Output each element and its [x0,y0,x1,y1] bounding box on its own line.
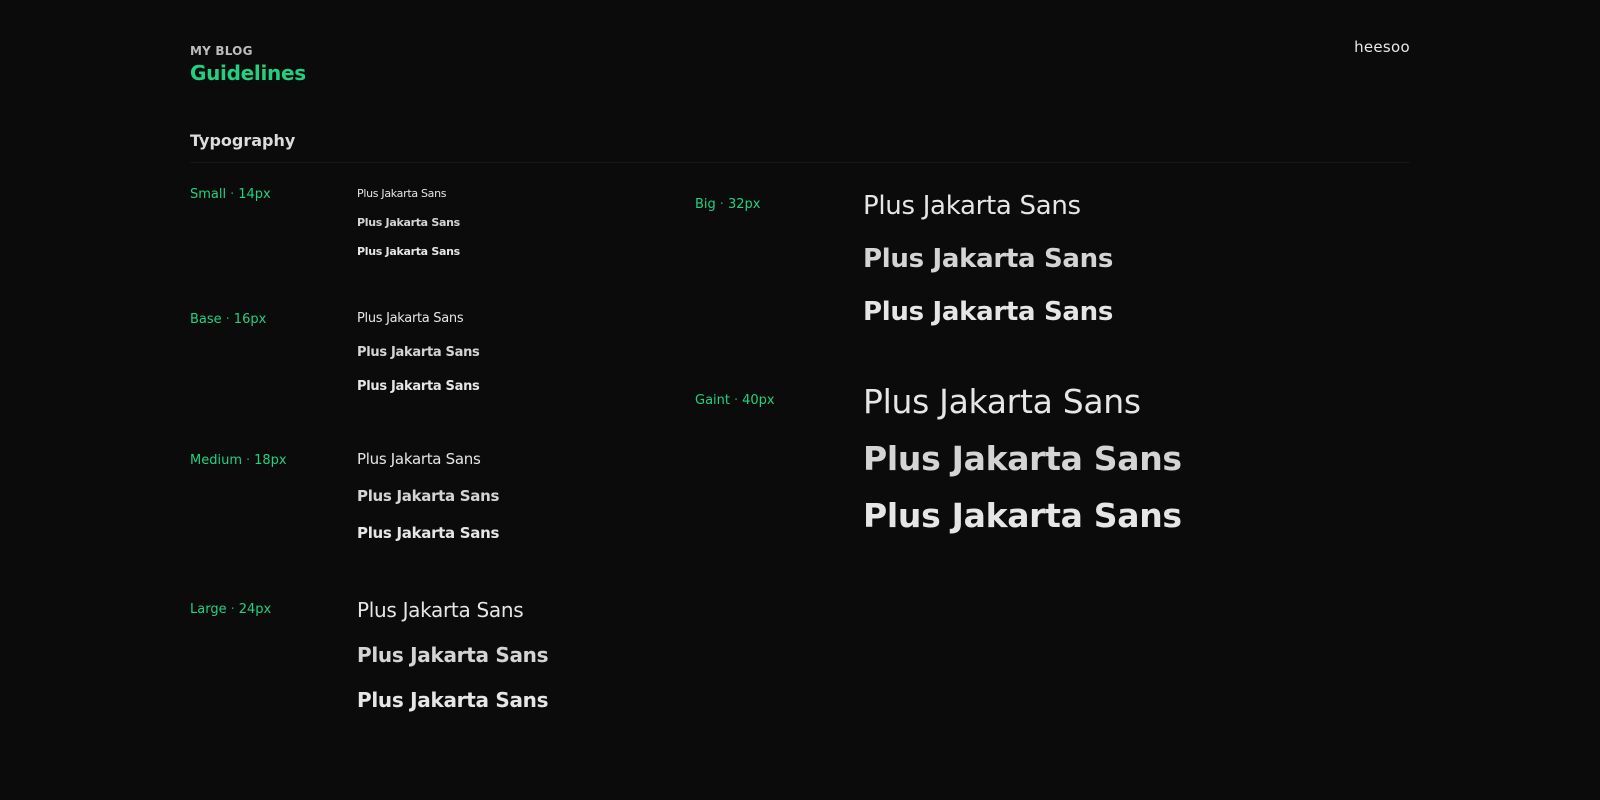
sample-small-regular: Plus Jakarta Sans [357,187,447,200]
sample-large-semibold: Plus Jakarta Sans [357,643,549,667]
sample-base-semibold: Plus Jakarta Sans [357,345,480,360]
scale-size: 40px [742,393,775,408]
sample-large-regular: Plus Jakarta Sans [357,598,524,622]
sample-medium-bold: Plus Jakarta Sans [357,524,500,542]
scale-size: 18px [254,453,287,468]
blog-eyebrow: MY BLOG [190,44,253,58]
sample-gaint-bold: Plus Jakarta Sans [863,496,1182,535]
typography-guidelines-page: MY BLOG Guidelines heesoo Typography Sma… [0,0,1600,800]
scale-size: 32px [727,197,761,212]
scale-label-small: Small · 14px [190,187,271,202]
scale-label-base: Base · 16px [190,312,267,327]
scale-label-gaint: Gaint · 40px [695,393,775,408]
scale-size: 24px [238,602,272,617]
scale-name: Base [190,312,222,327]
sample-large-bold: Plus Jakarta Sans [357,688,549,712]
scale-label-medium: Medium · 18px [190,453,287,468]
sample-big-regular: Plus Jakarta Sans [863,191,1081,221]
sample-gaint-regular: Plus Jakarta Sans [863,382,1141,421]
section-divider [190,162,1410,163]
scale-name: Medium [190,453,242,468]
sample-big-semibold: Plus Jakarta Sans [863,244,1114,274]
sample-medium-regular: Plus Jakarta Sans [357,450,481,468]
scale-name: Small [190,187,227,202]
sample-small-bold: Plus Jakarta Sans [357,245,460,258]
scale-name: Gaint [695,393,730,408]
scale-size: 16px [233,312,267,327]
sample-small-semibold: Plus Jakarta Sans [357,216,460,229]
scale-name: Large [190,602,227,617]
sample-gaint-semibold: Plus Jakarta Sans [863,439,1182,478]
sample-medium-semibold: Plus Jakarta Sans [357,487,500,505]
page-title: Guidelines [190,61,306,85]
sample-base-regular: Plus Jakarta Sans [357,311,464,326]
sample-base-bold: Plus Jakarta Sans [357,379,480,394]
section-title: Typography [190,131,296,150]
scale-name: Big [695,197,716,212]
sample-big-bold: Plus Jakarta Sans [863,297,1114,327]
scale-label-large: Large · 24px [190,602,272,617]
brand-logo: heesoo [1354,38,1410,56]
scale-label-big: Big · 32px [695,197,761,212]
scale-size: 14px [238,187,271,202]
